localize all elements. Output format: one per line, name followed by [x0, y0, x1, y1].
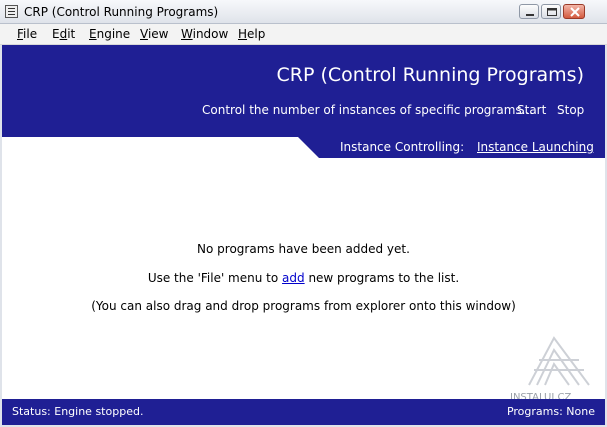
- menu-view-post: iew: [147, 27, 169, 41]
- menu-edit-post: it: [67, 27, 76, 41]
- window-frame-left: [0, 45, 2, 427]
- menu-window[interactable]: Window: [181, 27, 228, 41]
- header-title: CRP (Control Running Programs): [276, 64, 584, 86]
- engine-status: Status: Engine stopped.: [12, 405, 144, 418]
- window-title: CRP (Control Running Programs): [24, 5, 219, 19]
- menu-view[interactable]: View: [140, 27, 168, 41]
- status-bar: Status: Engine stopped. Programs: None: [2, 399, 605, 425]
- menu-file-post: ile: [23, 27, 38, 41]
- maximize-button[interactable]: [541, 4, 561, 19]
- instance-controlling-label: Instance Controlling:: [340, 140, 465, 154]
- menu-file[interactable]: File: [17, 27, 37, 41]
- add-instructions: Use the 'File' menu to add new programs …: [2, 271, 605, 285]
- start-button[interactable]: Start: [517, 103, 546, 117]
- menu-window-post: indow: [192, 27, 229, 41]
- app-icon[interactable]: [5, 5, 18, 18]
- stop-button[interactable]: Stop: [557, 103, 584, 117]
- menu-edit-pre: E: [52, 27, 60, 41]
- add-link[interactable]: add: [282, 271, 305, 285]
- menu-engine-mnemonic: E: [89, 27, 97, 41]
- header-banner: CRP (Control Running Programs) Control t…: [2, 45, 605, 158]
- minimize-button[interactable]: [519, 4, 539, 19]
- menu-help-post: elp: [247, 27, 266, 41]
- close-button[interactable]: [563, 4, 585, 19]
- menu-engine-post: ngine: [96, 27, 131, 41]
- menu-edit[interactable]: Edit: [52, 27, 75, 41]
- menu-help-mnemonic: H: [238, 27, 248, 41]
- add-instructions-post: new programs to the list.: [304, 271, 460, 285]
- menu-window-mnemonic: W: [181, 27, 193, 41]
- menu-view-mnemonic: V: [140, 27, 148, 41]
- empty-message: No programs have been added yet.: [197, 242, 410, 256]
- programs-count: Programs: None: [506, 405, 595, 418]
- menu-bar: File Edit Engine View Window Help: [0, 24, 607, 45]
- add-instructions-pre: Use the 'File' menu to: [147, 271, 283, 285]
- drag-drop-hint: (You can also drag and drop programs fro…: [91, 299, 516, 313]
- close-icon: [570, 7, 580, 17]
- menu-engine[interactable]: Engine: [89, 27, 130, 41]
- menu-help[interactable]: Help: [238, 27, 265, 41]
- instance-launching-link[interactable]: Instance Launching: [477, 140, 594, 154]
- minimize-icon: [526, 14, 534, 16]
- header-tagline: Control the number of instances of speci…: [202, 103, 534, 117]
- title-bar[interactable]: CRP (Control Running Programs): [0, 0, 607, 24]
- maximize-icon: [547, 8, 557, 16]
